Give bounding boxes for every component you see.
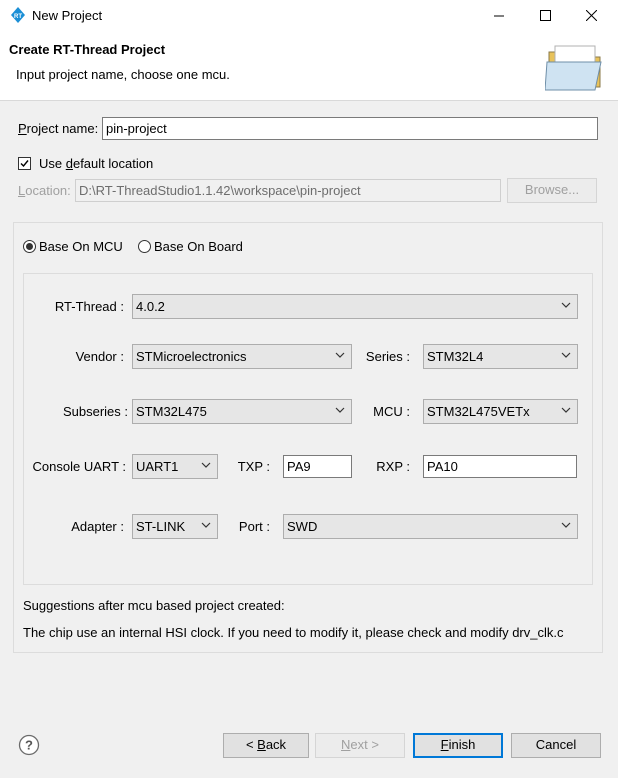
chevron-down-icon [201,462,211,468]
use-default-location-checkbox[interactable] [18,157,31,170]
txp-label: TXP : [237,459,270,474]
txp-input[interactable]: PA9 [283,455,352,478]
minimize-button[interactable] [476,0,522,31]
chevron-down-icon [561,407,571,413]
vendor-value: STMicroelectronics [136,349,247,364]
adapter-dropdown[interactable]: ST-LINK [132,514,218,539]
rxp-label: RXP : [376,459,410,474]
chevron-down-icon [561,522,571,528]
vendor-dropdown[interactable]: STMicroelectronics [132,344,352,369]
base-on-board-label: Base On Board [154,239,243,254]
open-folder-icon [545,45,602,91]
series-dropdown[interactable]: STM32L4 [423,344,578,369]
window-title: New Project [32,8,103,23]
location-label: Location: [18,183,71,198]
use-default-location-label: Use default location [39,156,154,171]
port-dropdown[interactable]: SWD [283,514,578,539]
minimize-icon [494,15,504,16]
chevron-down-icon [561,352,571,358]
finish-button[interactable]: Finish [413,733,503,758]
cancel-button[interactable]: Cancel [511,733,601,758]
location-input[interactable]: D:\RT-ThreadStudio1.1.42\workspace\pin-p… [75,179,501,202]
maximize-icon [539,10,551,21]
subseries-label: Subseries : [62,404,128,419]
base-on-mcu-label: Base On MCU [39,239,123,254]
rt-thread-app-icon: RT [11,7,25,23]
series-label: Series : [365,349,410,364]
close-button[interactable] [568,0,614,31]
project-name-input[interactable]: pin-project [102,117,598,140]
help-icon[interactable]: ? [18,734,40,756]
suggestions-title: Suggestions after mcu based project crea… [23,598,285,613]
console-uart-value: UART1 [136,459,179,474]
svg-text:RT: RT [14,14,22,20]
suggestions-text: The chip use an internal HSI clock. If y… [23,625,564,640]
rt-thread-version-label: RT-Thread : [54,299,124,314]
page-title: Create RT-Thread Project [9,42,166,57]
svg-text:?: ? [25,738,33,753]
project-name-label: Project name: [18,121,99,136]
series-value: STM32L4 [427,349,484,364]
rt-thread-version-value: 4.0.2 [136,299,165,314]
chevron-down-icon [201,522,211,528]
base-on-mcu-radio[interactable] [23,240,36,253]
adapter-value: ST-LINK [136,519,186,534]
maximize-button[interactable] [522,0,568,31]
console-uart-label: Console UART : [32,459,126,474]
base-on-board-radio[interactable] [138,240,151,253]
browse-button[interactable]: Browse... [507,178,597,203]
chevron-down-icon [335,352,345,358]
close-icon [585,10,597,21]
page-description: Input project name, choose one mcu. [16,67,230,82]
subseries-value: STM32L475 [136,404,207,419]
mcu-value: STM32L475VETx [427,404,530,419]
rt-thread-version-dropdown[interactable]: 4.0.2 [132,294,578,319]
back-button[interactable]: < Back [223,733,309,758]
chevron-down-icon [561,302,571,308]
console-uart-dropdown[interactable]: UART1 [132,454,218,479]
mcu-label: MCU : [373,404,410,419]
vendor-label: Vendor : [75,349,124,364]
mcu-dropdown[interactable]: STM32L475VETx [423,399,578,424]
port-value: SWD [287,519,318,534]
rxp-input[interactable]: PA10 [423,455,577,478]
subseries-dropdown[interactable]: STM32L475 [132,399,352,424]
port-label: Port : [238,519,270,534]
chevron-down-icon [335,407,345,413]
checkmark-icon [20,160,29,168]
adapter-label: Adapter : [71,519,124,534]
next-button[interactable]: Next > [315,733,405,758]
